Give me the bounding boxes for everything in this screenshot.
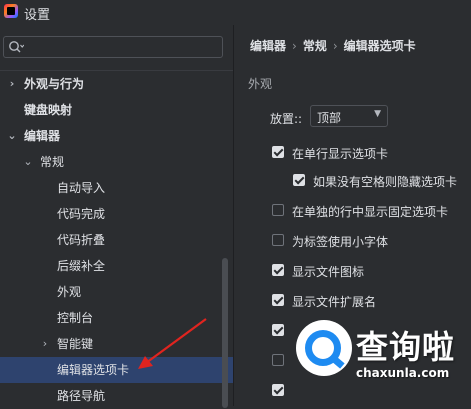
tree-item-label: 后缀补全	[57, 259, 106, 273]
checkbox[interactable]	[293, 174, 305, 186]
placement-value: 顶部	[317, 111, 342, 125]
window-title: 设置	[24, 8, 51, 23]
tree-item-label: 编辑器	[24, 129, 61, 143]
watermark: 查询啦 chaxunla.com	[296, 318, 471, 406]
checkbox-label: 在单行显示选项卡	[292, 147, 389, 161]
checkbox[interactable]	[272, 324, 284, 336]
dropdown-arrow-icon: ▼	[374, 109, 381, 119]
breadcrumb-item-current: 编辑器选项卡	[343, 39, 416, 53]
tree-item[interactable]: ⌄ 编辑器	[0, 123, 233, 149]
tree-item[interactable]: 代码完成	[0, 201, 233, 227]
tree-item[interactable]: 键盘映射	[0, 97, 233, 123]
tree-item[interactable]: 自动导入	[0, 175, 233, 201]
checkbox-label: 如果没有空格则隐藏选项卡	[313, 175, 458, 189]
tree-item[interactable]: › 外观与行为	[0, 71, 233, 97]
tree-item-label: 编辑器选项卡	[57, 363, 130, 377]
breadcrumb: 编辑器 › 常规 › 编辑器选项卡	[250, 37, 416, 54]
tree-item-label: 控制台	[57, 311, 94, 325]
tree-item-label: 路径导航	[57, 389, 106, 403]
checkbox[interactable]	[272, 234, 284, 246]
checkbox[interactable]	[272, 146, 284, 158]
checkbox-label: 显示文件扩展名	[292, 295, 377, 309]
tree-item[interactable]: 路径导航	[0, 383, 233, 409]
tree-item-label: 智能键	[57, 337, 94, 351]
checkbox[interactable]	[272, 354, 284, 366]
chevron-right-icon[interactable]: ›	[39, 331, 51, 357]
scrollbar-thumb[interactable]	[222, 258, 228, 408]
tree-item[interactable]: 后缀补全	[0, 253, 233, 279]
chevron-down-icon[interactable]: ⌄	[6, 123, 18, 149]
title-bar: 设置	[0, 0, 471, 25]
checkbox[interactable]	[272, 384, 284, 396]
checkbox-label: 显示文件图标	[292, 265, 365, 279]
checkbox-label: 在单独的行中显示固定选项卡	[292, 205, 449, 219]
breadcrumb-item[interactable]: 常规	[303, 39, 327, 53]
tree-item[interactable]: 外观	[0, 279, 233, 305]
breadcrumb-item[interactable]: 编辑器	[250, 39, 286, 53]
search-icon	[9, 41, 24, 53]
search-input[interactable]	[26, 39, 220, 57]
chevron-right-icon[interactable]: ›	[6, 71, 18, 97]
checkbox[interactable]	[272, 294, 284, 306]
watermark-logo-icon	[296, 320, 352, 376]
tree-item-label: 代码完成	[57, 207, 106, 221]
intellij-logo-icon	[4, 4, 18, 18]
tree-item-label: 外观与行为	[24, 77, 85, 91]
checkbox[interactable]	[272, 204, 284, 216]
settings-search-field[interactable]	[3, 36, 223, 58]
breadcrumb-separator: ›	[292, 39, 297, 53]
placement-dropdown[interactable]: 顶部 ▼	[310, 105, 388, 127]
tree-item[interactable]: ⌄ 常规	[0, 149, 233, 175]
breadcrumb-separator: ›	[332, 39, 338, 53]
tree-item-label: 代码折叠	[57, 233, 106, 247]
section-title: 外观	[248, 77, 273, 91]
tree-item-label: 自动导入	[57, 181, 106, 195]
tree-item[interactable]: 代码折叠	[0, 227, 233, 253]
tree-item-label: 外观	[57, 285, 82, 299]
tree-item-label: 常规	[40, 155, 65, 169]
watermark-subtext: chaxunla.com	[356, 366, 450, 380]
checkbox[interactable]	[272, 264, 284, 276]
red-annotation-arrow-icon	[138, 318, 207, 369]
chevron-down-icon[interactable]: ⌄	[22, 149, 34, 175]
tree-item-label: 键盘映射	[24, 103, 73, 117]
placement-label: 放置::	[270, 112, 303, 126]
checkbox-label: 为标签使用小字体	[292, 235, 389, 249]
watermark-text: 查询啦	[356, 328, 456, 366]
